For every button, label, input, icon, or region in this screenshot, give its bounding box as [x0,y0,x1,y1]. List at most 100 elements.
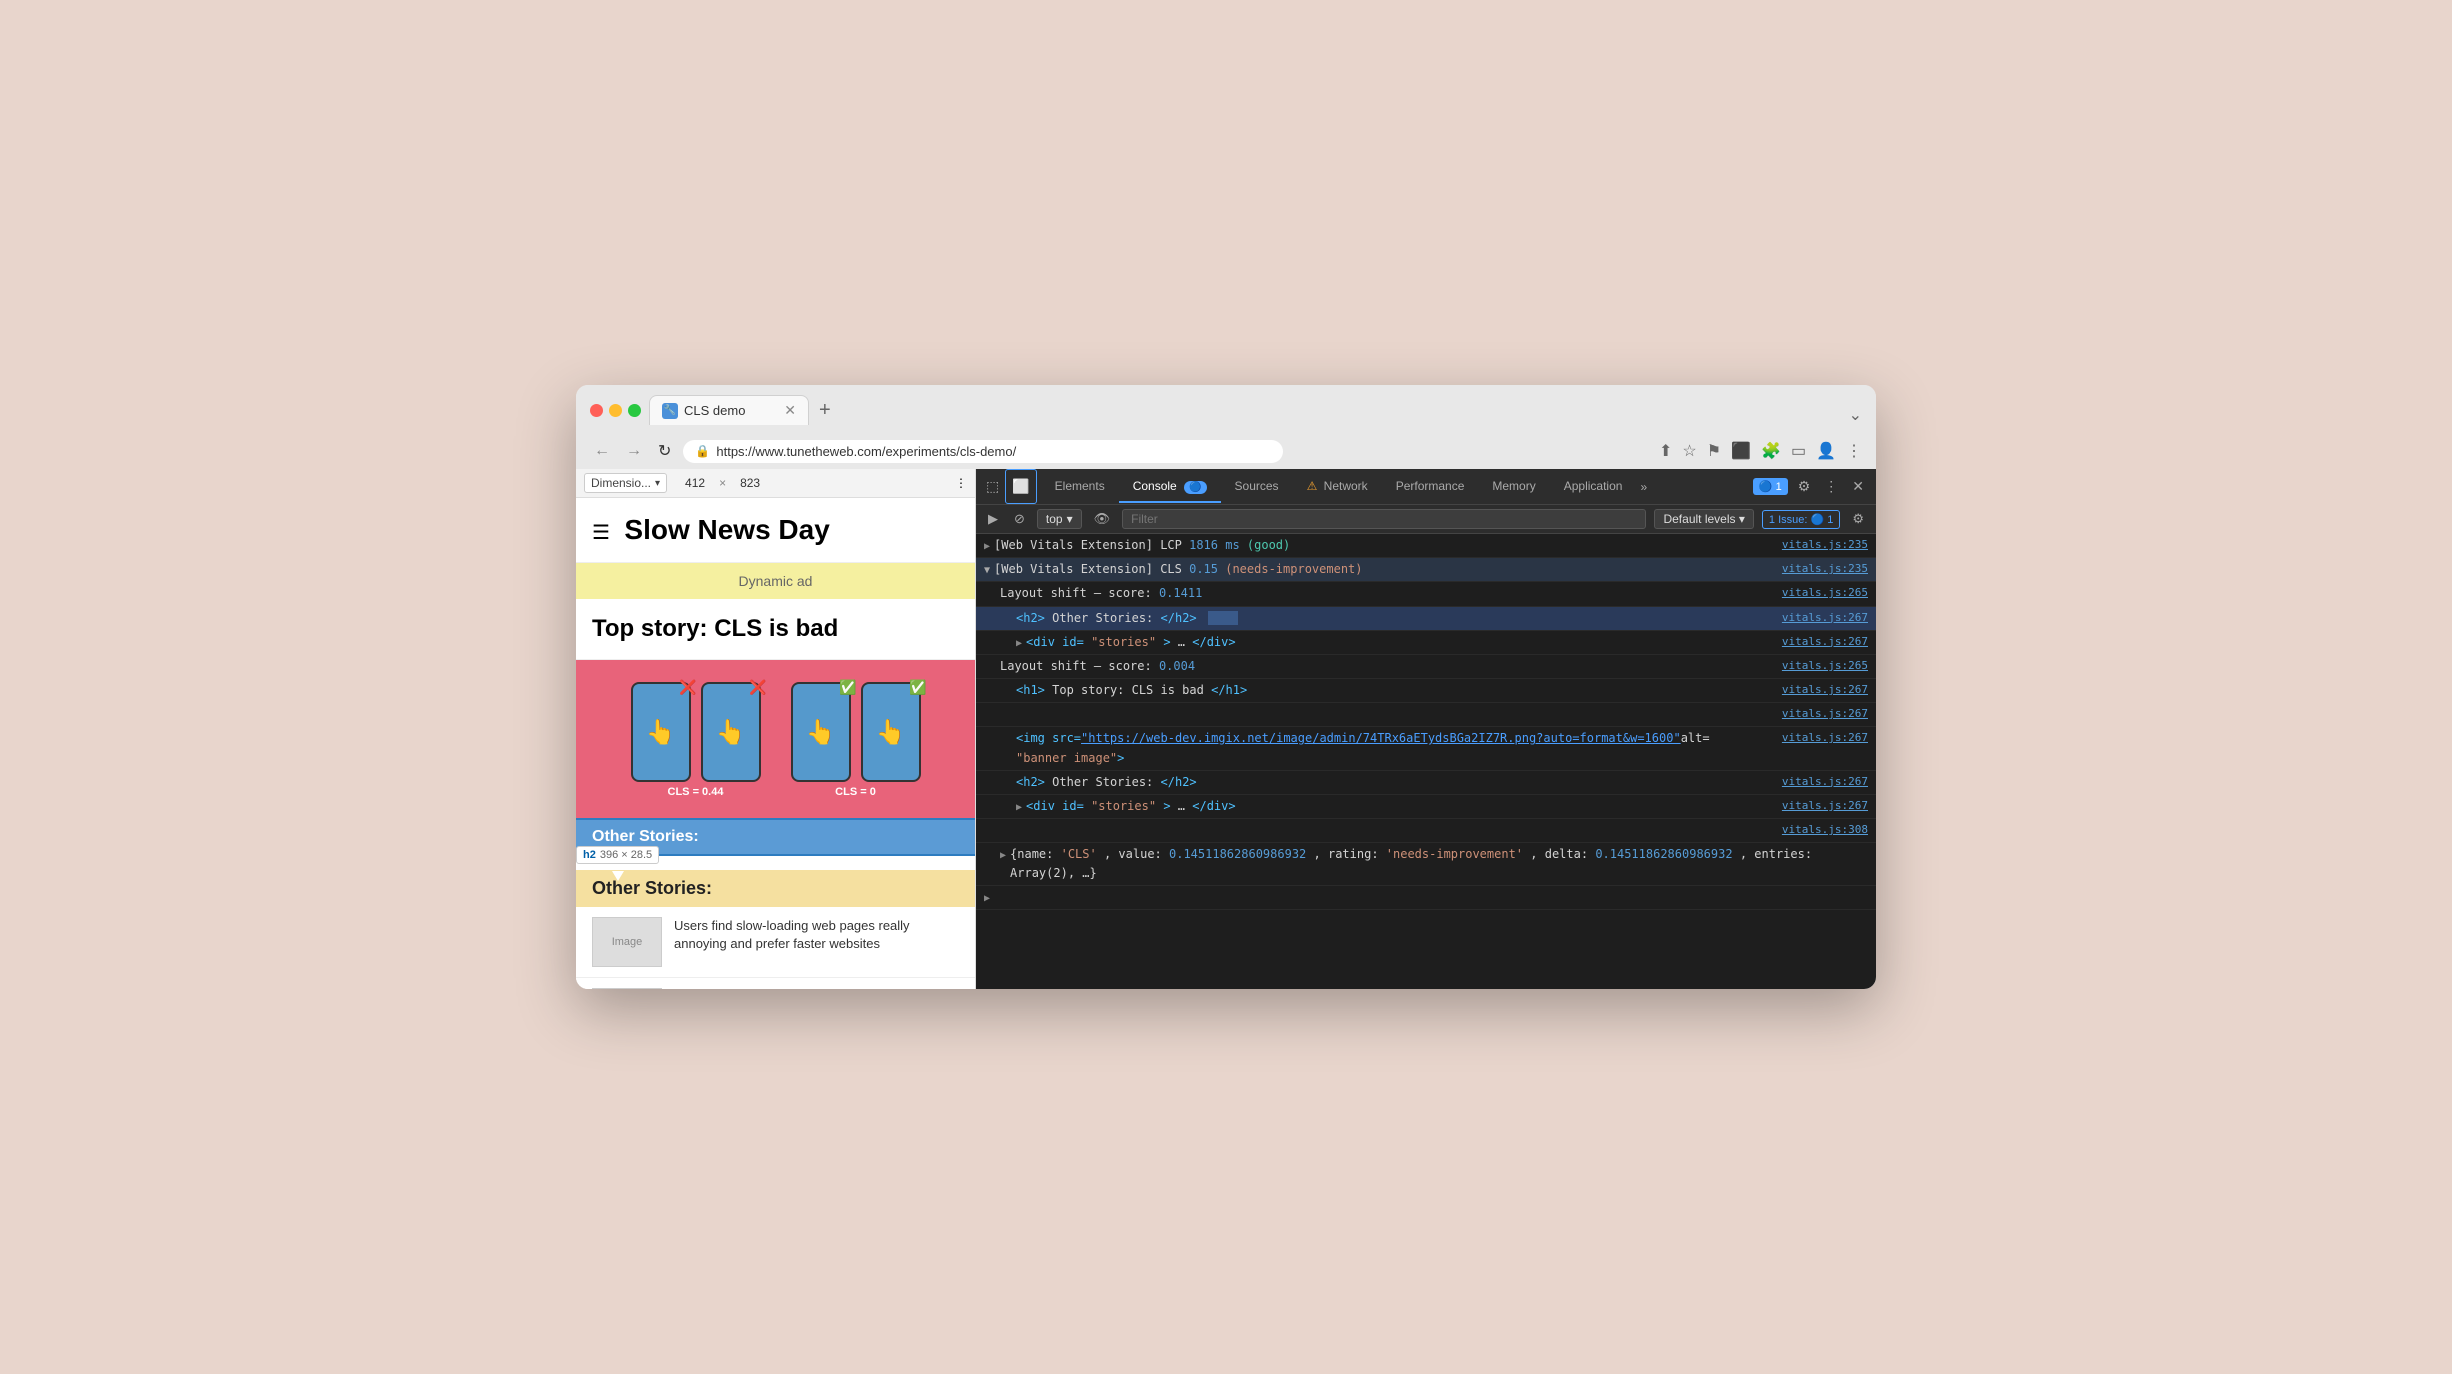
layout-shift-1-value: 0.1411 [1159,586,1202,600]
page-header: ☰ Slow News Day [576,498,975,563]
console-settings-icon[interactable]: ⚙ [1848,509,1868,529]
div-open-2: <div id= [1026,799,1084,813]
img-source[interactable]: vitals.js:267 [1782,729,1868,747]
div-end-1: </div> [1192,635,1235,649]
page-content: ☰ Slow News Day Dynamic ad Top story: CL… [576,498,975,989]
img-src[interactable]: "https://web-dev.imgix.net/image/admin/7… [1081,729,1681,748]
cls-obj-toggle[interactable]: ▶ [1000,848,1006,864]
blank-source[interactable]: vitals.js:267 [1782,705,1868,723]
div-end-2: </div> [1192,799,1235,813]
tab-chevron-icon[interactable]: ⌄ [1849,405,1862,425]
h2-source[interactable]: vitals.js:267 [1782,609,1868,627]
tab-elements[interactable]: Elements [1041,471,1119,503]
tab-close-button[interactable]: ✕ [784,402,796,419]
lcp-value: 1816 ms [1189,538,1247,552]
devtools-badge: 🔵 1 [1753,478,1788,495]
tab-memory[interactable]: Memory [1478,471,1549,503]
dimension-x-label: × [719,476,726,490]
phone-emoji-1: 👆 [646,718,676,747]
tab-network[interactable]: ⚠ Network [1293,471,1382,503]
h1-source[interactable]: vitals.js:267 [1782,681,1868,699]
top-selector[interactable]: top ▾ [1037,509,1082,529]
new-tab-button[interactable]: + [811,399,839,422]
devtools-more-icon[interactable]: ⋮ [1820,474,1842,499]
cls-source[interactable]: vitals.js:235 [1782,560,1868,578]
responsive-menu-icon[interactable]: ⋮ [955,476,967,490]
eye-icon[interactable]: 👁 [1090,509,1115,529]
div-toggle-2[interactable]: ▶ [1016,800,1022,816]
sidebar-icon[interactable]: ▭ [1791,441,1806,461]
expand-toggle[interactable]: ▶ [984,891,990,907]
div-dots-1: … [1178,635,1192,649]
h1-close: </h1> [1211,683,1247,697]
maximize-traffic-light[interactable] [628,404,641,417]
cls-name-val: 'CLS' [1061,847,1097,861]
cls-obj-rating: 'needs-improvement' [1386,847,1523,861]
tab-performance[interactable]: Performance [1382,471,1479,503]
devtools-close-icon[interactable]: ✕ [1848,474,1868,499]
tab-application[interactable]: Application [1550,471,1637,503]
height-input[interactable] [730,476,770,490]
minimize-traffic-light[interactable] [609,404,622,417]
profile-icon[interactable]: 👤 [1816,441,1836,461]
lcp-source[interactable]: vitals.js:235 [1782,536,1868,554]
close-traffic-light[interactable] [590,404,603,417]
hamburger-icon[interactable]: ☰ [592,520,610,545]
lcp-toggle[interactable]: ▶ [984,539,990,555]
share-icon[interactable]: ⬆ [1659,441,1672,461]
log-entry-cls: ▼ [Web Vitals Extension] CLS 0.15 (needs… [976,558,1876,582]
record-icon[interactable]: ⬛ [1731,441,1751,461]
width-input[interactable] [675,476,715,490]
issue-badge[interactable]: 1 Issue: 🔵 1 [1762,510,1840,529]
div-stories-1-source[interactable]: vitals.js:267 [1782,633,1868,651]
tab-title: CLS demo [684,403,745,418]
log-entry-expand: ▶ [976,886,1876,910]
layout-shift-2-source[interactable]: vitals.js:265 [1782,657,1868,675]
bookmark-icon[interactable]: ☆ [1682,441,1696,461]
div-toggle-1[interactable]: ▶ [1016,636,1022,652]
div-stories-2-source[interactable]: vitals.js:267 [1782,797,1868,815]
flag-icon[interactable]: ⚑ [1707,441,1721,461]
menu-icon[interactable]: ⋮ [1846,441,1862,461]
refresh-button[interactable]: ↻ [654,439,675,463]
h2-2-text: Other Stories: [1052,775,1153,789]
phone-emoji-2: 👆 [716,718,746,747]
address-input[interactable]: 🔒 https://www.tunetheweb.com/experiments… [683,440,1283,463]
device-selector[interactable]: Dimensio... ▾ [584,473,667,493]
devtools-outer: Dimensio... ▾ × ⋮ ☰ Slow News Day [576,469,1876,989]
h2-2-source[interactable]: vitals.js:267 [1782,773,1868,791]
device-toolbar-icon[interactable]: ⬜ [1005,469,1036,504]
layout-shift-1-source[interactable]: vitals.js:265 [1782,584,1868,602]
cls-toggle[interactable]: ▼ [984,563,990,579]
cls-prefix: [Web Vitals Extension] CLS [994,562,1189,576]
img-alt: alt= [1681,729,1710,748]
browser-tab[interactable]: 🔧 CLS demo ✕ [649,395,809,425]
forward-button[interactable]: → [622,440,646,462]
cls-value: 0.15 [1189,562,1225,576]
tab-sources[interactable]: Sources [1221,471,1293,503]
tab-favicon: 🔧 [662,403,678,419]
story-item-2: Image Users get frustrated when pages sh… [576,978,975,989]
h2-tag-close: </h2> [1161,611,1197,625]
filter-input[interactable] [1122,509,1646,529]
entry-308-source[interactable]: vitals.js:308 [1782,821,1868,839]
element-tag-label: h2 [583,849,596,861]
title-bar: 🔧 CLS demo ✕ + ⌄ [576,385,1876,433]
console-block-button[interactable]: ⊘ [1010,509,1029,529]
network-warning-icon: ⚠ [1307,479,1318,493]
element-size-label: 396 × 28.5 [600,849,652,861]
back-button[interactable]: ← [590,440,614,462]
cls-obj-content: {name: 'CLS' , value: 0.1451186286098693… [1010,845,1868,883]
extensions-icon[interactable]: 🧩 [1761,441,1781,461]
default-levels-selector[interactable]: Default levels ▾ [1654,509,1753,529]
tab-console[interactable]: Console 🔵 [1119,471,1221,503]
log-entry-h1: <h1> Top story: CLS is bad </h1> vitals.… [976,679,1876,703]
devtools-settings-icon[interactable]: ⚙ [1794,474,1815,499]
inspect-element-icon[interactable]: ⬚ [980,470,1005,503]
console-clear-button[interactable]: ▶ [984,509,1002,529]
responsive-toolbar: Dimensio... ▾ × ⋮ [576,469,975,498]
browser-window: 🔧 CLS demo ✕ + ⌄ ← → ↻ 🔒 https://www.tun… [576,385,1876,989]
tabs-row: 🔧 CLS demo ✕ + ⌄ [649,395,1862,425]
phone-emoji-3: 👆 [806,718,836,747]
more-tabs-button[interactable]: » [1636,476,1651,498]
